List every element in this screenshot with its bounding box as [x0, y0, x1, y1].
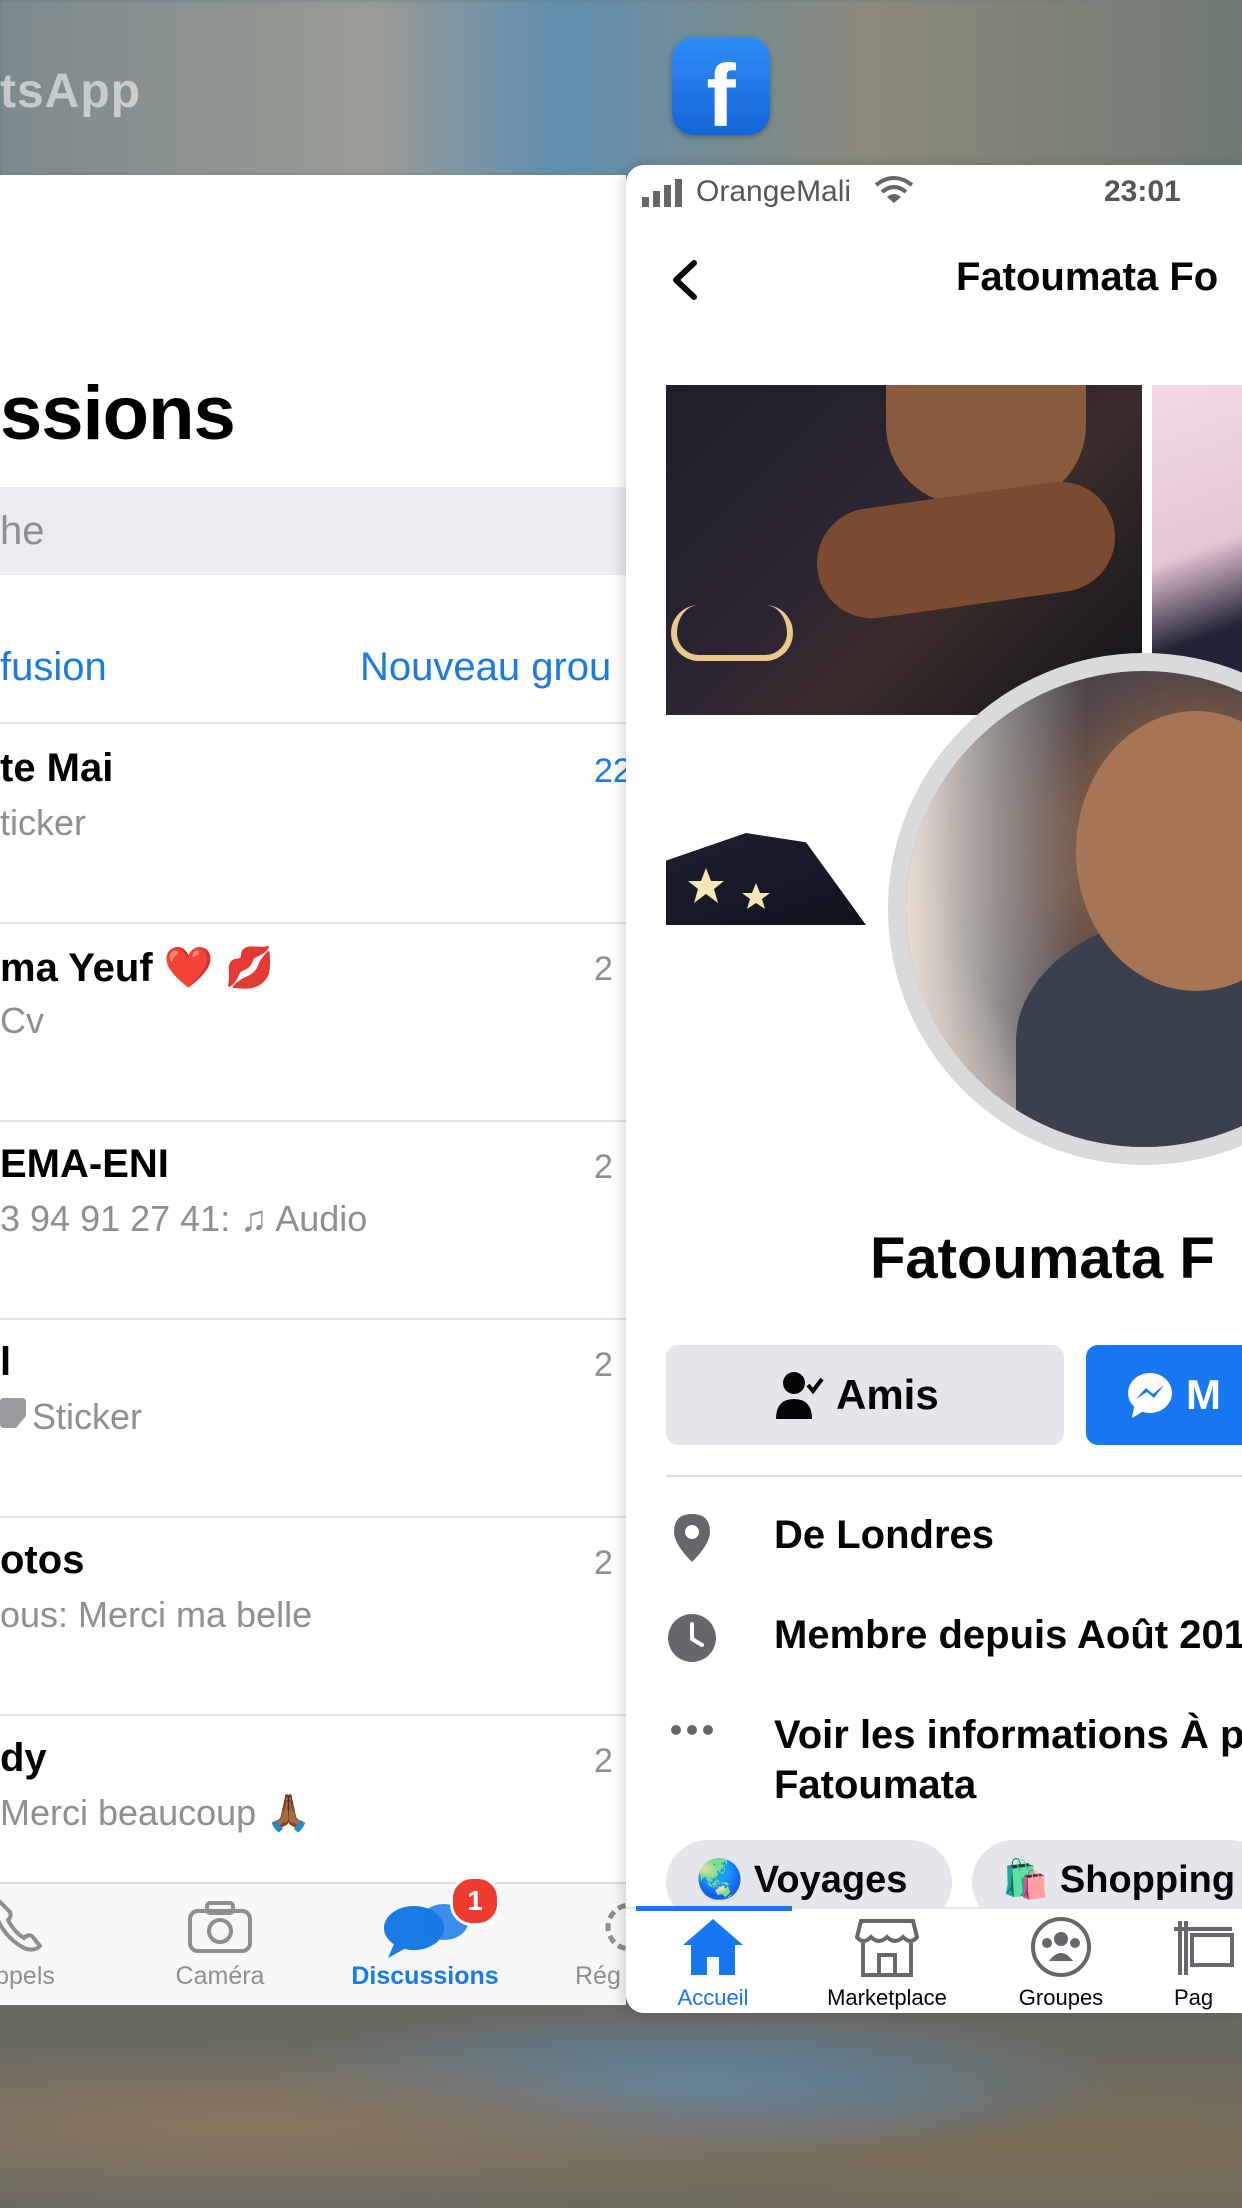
- profile-photo-thumbnail[interactable]: [666, 833, 866, 925]
- app-switcher-background-bottom: [0, 2005, 1242, 2208]
- header-title: Fatoumata Fo: [956, 255, 1219, 299]
- tab-discussions[interactable]: 1 Discussions: [330, 1876, 520, 2005]
- chip-emoji: 🌏: [696, 1859, 744, 1901]
- friend-check-icon: [776, 1372, 824, 1419]
- photo-detail: [809, 474, 1123, 626]
- facebook-app-card[interactable]: OrangeMali 23:01 Fatoumata Fo Fatoumata …: [626, 165, 1242, 2013]
- chat-list-item[interactable]: l Sticker 2: [0, 1318, 626, 1516]
- groups-icon: [1031, 1917, 1091, 1977]
- gear-icon: [605, 1902, 626, 1952]
- chip-label: 🌏 Voyages: [696, 1858, 907, 1902]
- app-switcher-background-top: [0, 0, 1242, 175]
- tab-calls[interactable]: ppels: [0, 1884, 80, 2005]
- more-dots-icon: [671, 1725, 713, 1735]
- chat-name: ma Yeuf ❤️ 💋: [0, 946, 275, 990]
- chat-time: 2: [594, 1346, 613, 1384]
- star-decoration: [688, 868, 770, 909]
- status-bar: OrangeMali 23:01: [626, 165, 1242, 225]
- chip-label: 🛍️ Shopping: [1002, 1858, 1235, 1902]
- clock-icon: [668, 1614, 716, 1662]
- info-text: De Londres: [774, 1513, 995, 1557]
- location-pin-icon: [674, 1514, 710, 1562]
- search-input[interactable]: he: [0, 487, 626, 575]
- new-group-link[interactable]: Nouveau grou: [360, 645, 611, 690]
- facebook-tab-bar: Accueil Marketplace Groupes Pag: [626, 1906, 1242, 2013]
- chat-time: 2: [594, 1544, 613, 1582]
- messenger-icon: [1128, 1373, 1172, 1418]
- message-button-label: M: [1186, 1371, 1221, 1418]
- chat-name: te Mai: [0, 746, 114, 790]
- tab-label: Rég: [575, 1962, 621, 1990]
- tab-label: Discussions: [351, 1962, 499, 1990]
- profile-name: Fatoumata F: [870, 1226, 1215, 1291]
- whatsapp-app-label: tsApp: [0, 65, 141, 118]
- tab-settings[interactable]: Rég: [560, 1884, 626, 2005]
- chat-name: l: [0, 1340, 12, 1384]
- sticker-icon: [0, 1398, 26, 1428]
- phone-icon: [0, 1899, 42, 1952]
- whatsapp-app-card[interactable]: ssions he fusion Nouveau grou te Mai tic…: [0, 175, 626, 2005]
- chat-preview: Sticker: [32, 1396, 143, 1437]
- message-button[interactable]: M: [1086, 1345, 1242, 1445]
- photo-detail: [671, 605, 793, 661]
- chat-list-item[interactable]: otos ous: Merci ma belle 2: [0, 1516, 626, 1714]
- tab-label: ppels: [0, 1962, 55, 1990]
- chat-preview: 3 94 91 27 41: ♫ Audio: [0, 1198, 368, 1239]
- friends-button[interactable]: Amis: [666, 1345, 1064, 1445]
- info-text: Voir les informations À p: [774, 1713, 1242, 1757]
- facebook-logo-glyph: f: [706, 46, 736, 145]
- broadcast-lists-link[interactable]: fusion: [0, 645, 107, 690]
- chat-name: dy: [0, 1736, 47, 1780]
- pages-icon: [1174, 1921, 1234, 1975]
- chip-text: Shopping: [1059, 1859, 1236, 1901]
- search-placeholder: he: [0, 509, 45, 553]
- facebook-app-icon[interactable]: f: [672, 37, 770, 145]
- info-row-location: De Londres: [666, 1510, 1242, 1570]
- tab-home[interactable]: Accueil: [628, 1909, 798, 2013]
- chat-name: EMA-ENI: [0, 1142, 169, 1186]
- divider: [666, 1475, 1242, 1477]
- tab-camera[interactable]: Caméra: [145, 1884, 295, 2005]
- info-row-about[interactable]: Voir les informations À p Fatoumata: [666, 1710, 1242, 1820]
- wifi-icon: [874, 176, 914, 203]
- tab-marketplace[interactable]: Marketplace: [802, 1909, 972, 2013]
- friends-button-label: Amis: [836, 1371, 939, 1418]
- chat-time: 22: [594, 752, 626, 790]
- camera-icon: [188, 1901, 252, 1953]
- chat-list-item[interactable]: ma Yeuf ❤️ 💋 Cv 2: [0, 922, 626, 1120]
- tab-label: Groupes: [1018, 1985, 1104, 2010]
- avatar[interactable]: [906, 671, 1242, 1147]
- tab-label: Accueil: [677, 1985, 749, 2010]
- chat-list-item[interactable]: te Mai ticker 22: [0, 724, 626, 922]
- status-time: 23:01: [1104, 175, 1181, 208]
- tab-label: Marketplace: [827, 1985, 947, 2010]
- marketplace-icon: [855, 1919, 919, 1977]
- list-actions-bar: fusion Nouveau grou: [0, 645, 626, 705]
- whatsapp-tab-bar: ppels Caméra 1 Discussions Rég: [0, 1876, 626, 2005]
- info-row-member-since: Membre depuis Août 201: [666, 1610, 1242, 1670]
- chat-list-item[interactable]: EMA-ENI 3 94 91 27 41: ♫ Audio 2: [0, 1120, 626, 1318]
- home-icon: [683, 1919, 743, 1975]
- chat-time: 2: [594, 1148, 613, 1186]
- back-arrow-icon[interactable]: [666, 255, 706, 305]
- unread-badge: 1: [450, 1876, 500, 1926]
- chat-time: 2: [594, 1742, 613, 1780]
- chip-text: Voyages: [753, 1859, 908, 1901]
- info-text-line2: Fatoumata: [774, 1763, 977, 1807]
- tab-label: Pag: [1174, 1985, 1214, 2010]
- chat-time: 2: [594, 950, 613, 988]
- chat-name: otos: [0, 1538, 85, 1582]
- chat-preview: Cv: [0, 1000, 44, 1041]
- info-text: Membre depuis Août 201: [774, 1613, 1242, 1657]
- signal-icon: [642, 179, 682, 207]
- chip-emoji: 🛍️: [1002, 1859, 1050, 1901]
- tab-pages[interactable]: Pag: [1150, 1909, 1242, 2013]
- chat-preview: ous: Merci ma belle: [0, 1594, 313, 1635]
- chat-preview: ticker: [0, 802, 87, 843]
- page-title: ssions: [0, 371, 236, 456]
- tab-groups[interactable]: Groupes: [976, 1909, 1146, 2013]
- carrier-name: OrangeMali: [696, 175, 852, 208]
- tab-label: Caméra: [175, 1962, 265, 1990]
- chat-preview: Merci beaucoup 🙏🏾: [0, 1792, 311, 1833]
